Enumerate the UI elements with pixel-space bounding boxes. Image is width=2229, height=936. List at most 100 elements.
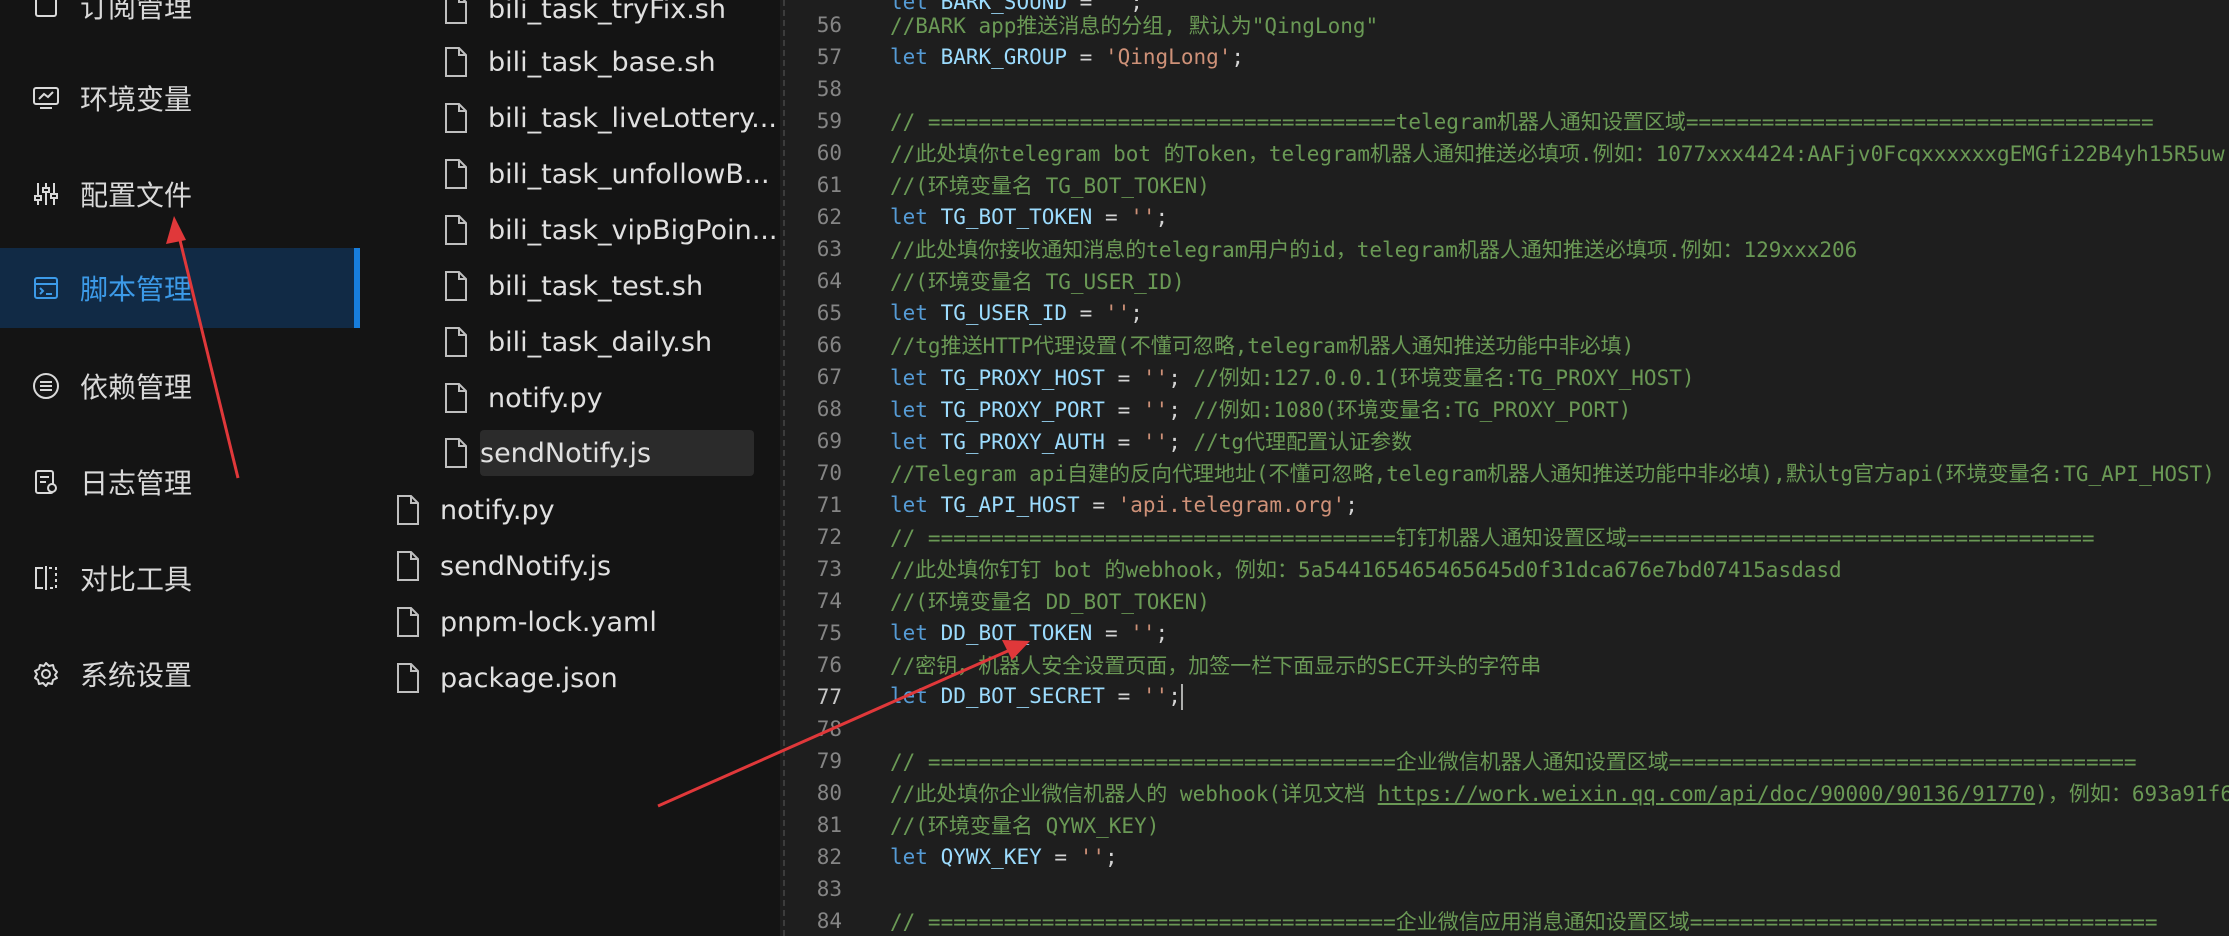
sidebar-item-logs[interactable]: 日志管理 [0, 442, 360, 522]
code-line: 80 //此处填你企业微信机器人的 webhook(详见文档 https://w… [780, 777, 2229, 809]
sidebar-item-config-files[interactable]: 配置文件 [0, 154, 360, 234]
sidebar-item-label: 配置文件 [80, 179, 193, 212]
code-line-current: 77 let DD_BOT_SECRET = ''; [780, 681, 2229, 713]
line-number: 56 [816, 13, 842, 37]
file-icon [397, 551, 419, 581]
sidebar-item-label: 环境变量 [80, 83, 193, 116]
file-name: notify.py [488, 382, 603, 414]
file-item[interactable]: notify.py [396, 487, 555, 533]
line-number: 60 [816, 141, 842, 165]
line-number: 79 [816, 749, 842, 773]
line-number: 76 [816, 653, 842, 677]
code-line: 72 // ==================================… [780, 521, 2229, 553]
sidebar-item-label: 订阅管理 [80, 0, 193, 24]
line-number: 59 [816, 109, 842, 133]
line-number: 64 [816, 269, 842, 293]
file-name: sendNotify.js [440, 550, 612, 582]
code-line: 60 //此处填你telegram bot 的Token，telegram机器人… [780, 137, 2229, 169]
code-line: 57 let BARK_GROUP = 'QingLong'; [780, 41, 2229, 73]
sidebar-item-scripts[interactable]: 脚本管理 [0, 248, 360, 328]
code-line: 59 // ==================================… [780, 105, 2229, 137]
sidebar-item-label: 脚本管理 [80, 273, 193, 306]
file-item[interactable]: pnpm-lock.yaml [396, 599, 657, 645]
sliders-icon [30, 178, 62, 210]
file-icon [445, 271, 467, 301]
file-name: bili_task_daily.sh [488, 326, 713, 358]
code-line: 75 let DD_BOT_TOKEN = ''; [780, 617, 2229, 649]
sidebar-item-dependencies[interactable]: 依赖管理 [0, 346, 360, 426]
line-number: 77 [816, 685, 842, 709]
file-name: bili_task_test.sh [488, 270, 704, 302]
code-line: 74 //(环境变量名 DD_BOT_TOKEN) [780, 585, 2229, 617]
file-icon [445, 0, 467, 24]
code-line: 56 //BARK app推送消息的分组, 默认为"QingLong" [780, 9, 2229, 41]
sidebar: 订阅管理 环境变量 配置文件 脚本管理 依赖管理 日志管理 对比工具 系统设置 [0, 0, 360, 936]
code-line: 63 //此处填你接收通知消息的telegram用户的id，telegram机器… [780, 233, 2229, 265]
file-icon [397, 607, 419, 637]
line-number: 84 [816, 909, 842, 933]
gear-icon [30, 658, 62, 690]
file-item[interactable]: bili_task_base.sh [444, 39, 716, 85]
code-line: 62 let TG_BOT_TOKEN = ''; [780, 201, 2229, 233]
doc-link[interactable]: https://work.weixin.qq.com/api/doc/90000… [1378, 782, 2035, 806]
line-number: 75 [816, 621, 842, 645]
file-icon [445, 215, 467, 245]
file-name: pnpm-lock.yaml [440, 606, 657, 638]
file-item[interactable]: bili_task_unfollowB... [444, 151, 770, 197]
file-item[interactable]: sendNotify.js [396, 543, 611, 589]
line-number: 71 [816, 493, 842, 517]
code-line: 66 //tg推送HTTP代理设置(不懂可忽略,telegram机器人通知推送功… [780, 329, 2229, 361]
sidebar-item-env-vars[interactable]: 环境变量 [0, 58, 360, 138]
code-line: 73 //此处填你钉钉 bot 的webhook，例如：5a5441654654… [780, 553, 2229, 585]
line-number: 62 [816, 205, 842, 229]
diff-icon [30, 562, 62, 594]
file-name: bili_task_unfollowB... [488, 158, 770, 190]
line-number: 61 [816, 173, 842, 197]
file-item[interactable]: notify.py [444, 375, 603, 421]
code-line: 68 let TG_PROXY_PORT = ''; //例如:1080(环境变… [780, 393, 2229, 425]
file-item[interactable]: bili_task_liveLottery... [444, 95, 777, 141]
code-line: 64 //(环境变量名 TG_USER_ID) [780, 265, 2229, 297]
sidebar-item-label: 日志管理 [80, 467, 193, 500]
sidebar-item-label: 依赖管理 [80, 371, 193, 404]
sidebar-item-settings[interactable]: 系统设置 [0, 634, 360, 714]
list-icon [30, 370, 62, 402]
code-line: 82 let QYWX_KEY = ''; [780, 841, 2229, 873]
file-icon [397, 663, 419, 693]
file-name: bili_task_vipBigPoin... [488, 214, 778, 246]
line-number: 63 [816, 237, 842, 261]
log-icon [30, 466, 62, 498]
code-line: 70 //Telegram api自建的反向代理地址(不懂可忽略,telegra… [780, 457, 2229, 489]
code-line: 76 //密钥，机器人安全设置页面，加签一栏下面显示的SEC开头的字符串 [780, 649, 2229, 681]
line-number: 66 [816, 333, 842, 357]
code-editor[interactable]: let BARK_SOUND = ''; 56 //BARK app推送消息的分… [780, 0, 2229, 936]
code-icon [30, 272, 62, 304]
sidebar-item-label: 系统设置 [80, 659, 193, 692]
monitor-icon [30, 82, 62, 114]
sidebar-item-subscriptions[interactable]: 订阅管理 [0, 0, 360, 46]
line-number: 65 [816, 301, 842, 325]
code-line: 78 [780, 713, 2229, 745]
file-item[interactable]: bili_task_tryFix.sh [444, 0, 726, 32]
code-line: 67 let TG_PROXY_HOST = ''; //例如:127.0.0.… [780, 361, 2229, 393]
subscription-icon [30, 0, 62, 22]
file-item[interactable]: bili_task_daily.sh [444, 319, 712, 365]
file-item-selected[interactable]: sendNotify.js [445, 430, 754, 476]
file-tree: bili_task_tryFix.sh bili_task_base.sh bi… [360, 0, 780, 936]
file-item[interactable]: bili_task_vipBigPoin... [444, 207, 777, 253]
file-name: bili_task_base.sh [488, 46, 716, 78]
file-name: bili_task_tryFix.sh [488, 0, 726, 25]
line-number: 67 [816, 365, 842, 389]
code-line: 61 //(环境变量名 TG_BOT_TOKEN) [780, 169, 2229, 201]
file-item[interactable]: package.json [396, 655, 618, 701]
line-number: 58 [816, 77, 842, 101]
code-line: 83 [780, 873, 2229, 905]
line-number: 83 [816, 877, 842, 901]
file-icon [445, 438, 467, 468]
file-name: package.json [440, 662, 618, 694]
code-line: 65 let TG_USER_ID = ''; [780, 297, 2229, 329]
file-item[interactable]: bili_task_test.sh [444, 263, 703, 309]
sidebar-item-diff-tool[interactable]: 对比工具 [0, 538, 360, 618]
line-number: 81 [816, 813, 842, 837]
file-icon [445, 327, 467, 357]
